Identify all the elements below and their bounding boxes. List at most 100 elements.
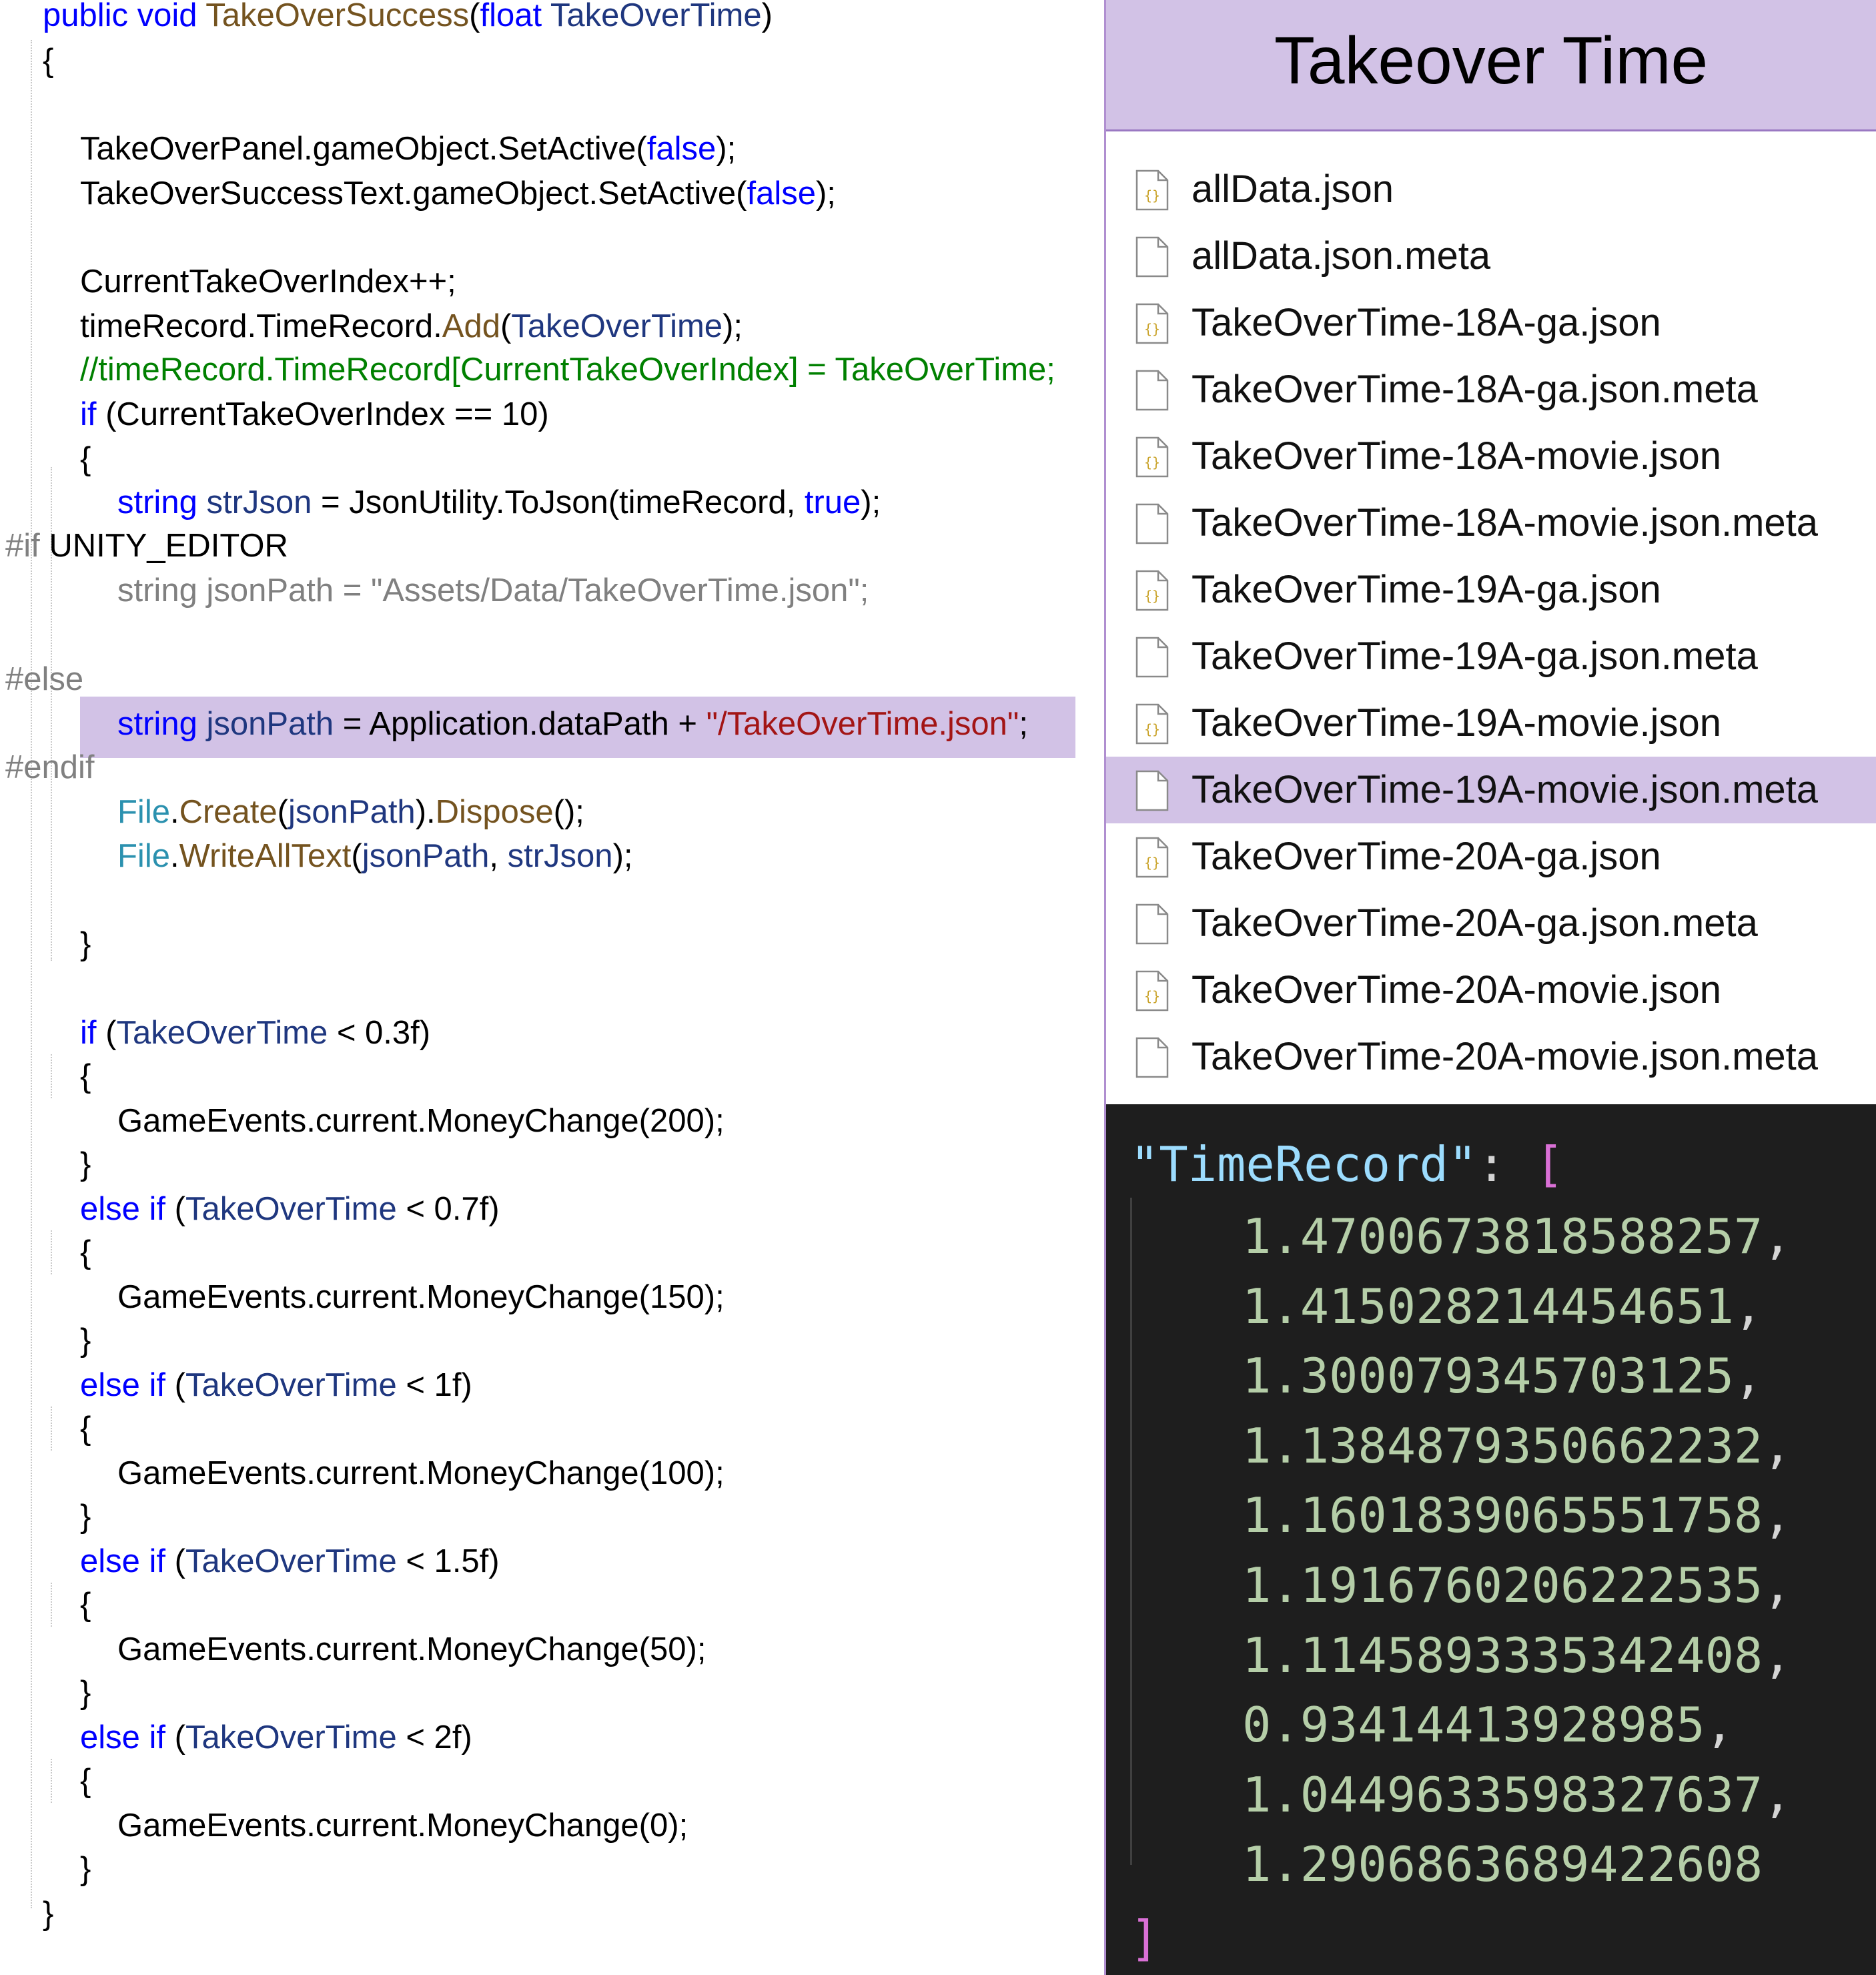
file-name: TakeOverTime-19A-ga.json bbox=[1192, 568, 1661, 611]
code-money-change-50: GameEvents.current.MoneyChange(50); bbox=[117, 1631, 707, 1667]
json-number: 1.1916760206222535 bbox=[1242, 1557, 1763, 1613]
json-number: 1.2906863689422608 bbox=[1242, 1836, 1763, 1893]
brace-open: { bbox=[80, 1234, 91, 1270]
file-list-item[interactable]: {} TakeOverTime-20A-movie.json bbox=[1106, 957, 1876, 1024]
file-name: allData.json bbox=[1192, 167, 1394, 211]
file-list-item[interactable]: {} TakeOverTime-18A-ga.json bbox=[1106, 290, 1876, 356]
svg-text:{}: {} bbox=[1144, 187, 1160, 204]
indent-guide bbox=[51, 1407, 52, 1451]
file-list-item[interactable]: {} allData.json bbox=[1106, 156, 1876, 223]
code-comment: //timeRecord.TimeRecord[CurrentTakeOverI… bbox=[80, 352, 1055, 388]
brace-close: } bbox=[43, 1896, 54, 1932]
brace-open: { bbox=[80, 1411, 91, 1447]
file-list-item[interactable]: TakeOverTime-19A-movie.json.meta bbox=[1106, 757, 1876, 823]
brace-close: } bbox=[80, 1675, 91, 1711]
json-comma: , bbox=[1763, 1417, 1792, 1474]
json-value-line: 1.0449633598327637, bbox=[1242, 1768, 1792, 1822]
indent-guide bbox=[31, 40, 32, 1908]
json-bracket-close: ] bbox=[1130, 1910, 1159, 1966]
svg-text:{}: {} bbox=[1144, 721, 1160, 737]
code-else-if-threshold-3: else if (TakeOverTime < 1f) bbox=[80, 1367, 472, 1403]
brace-close: } bbox=[80, 1146, 91, 1182]
json-comma: , bbox=[1733, 1348, 1763, 1405]
code-editor[interactable]: public void TakeOverSuccess(float TakeOv… bbox=[0, 0, 1106, 1975]
file-list-item[interactable]: allData.json.meta bbox=[1106, 223, 1876, 290]
code-line-set-active-panel: TakeOverPanel.gameObject.SetActive(false… bbox=[80, 131, 737, 167]
code-line-tojson: string strJson = JsonUtility.ToJson(time… bbox=[117, 484, 881, 520]
file-list[interactable]: {} allData.json allData.json.meta {} TakeOve… bbox=[1106, 131, 1876, 1104]
svg-text:{}: {} bbox=[1144, 321, 1160, 337]
code-line-editor-path: string jsonPath = "Assets/Data/TakeOverT… bbox=[117, 572, 869, 609]
file-icon bbox=[1135, 370, 1169, 411]
code-money-change-0: GameEvents.current.MoneyChange(0); bbox=[117, 1808, 688, 1844]
json-value-line: 1.1384879350662232, bbox=[1242, 1419, 1792, 1473]
json-comma: , bbox=[1733, 1278, 1763, 1334]
file-list-item[interactable]: TakeOverTime-18A-ga.json.meta bbox=[1106, 356, 1876, 423]
file-list-item[interactable]: TakeOverTime-18A-movie.json.meta bbox=[1106, 490, 1876, 556]
brace-open: { bbox=[80, 1763, 91, 1799]
code-else-if-threshold-5: else if (TakeOverTime < 2f) bbox=[80, 1719, 472, 1755]
file-name: TakeOverTime-19A-movie.json.meta bbox=[1192, 768, 1819, 811]
json-comma: , bbox=[1763, 1627, 1792, 1683]
json-comma: , bbox=[1705, 1697, 1734, 1753]
svg-text:{}: {} bbox=[1144, 588, 1160, 604]
json-comma: , bbox=[1763, 1766, 1792, 1823]
code-money-change-150: GameEvents.current.MoneyChange(150); bbox=[117, 1279, 725, 1315]
json-comma: , bbox=[1763, 1487, 1792, 1544]
svg-text:{}: {} bbox=[1144, 454, 1160, 470]
file-list-item[interactable]: TakeOverTime-20A-ga.json.meta bbox=[1106, 890, 1876, 957]
file-name: TakeOverTime-18A-ga.json bbox=[1192, 301, 1661, 344]
json-file-icon: {} bbox=[1135, 570, 1169, 611]
json-number: 1.0449633598327637 bbox=[1242, 1766, 1763, 1823]
json-value-line: 1.4700673818588257, bbox=[1242, 1210, 1792, 1263]
file-icon bbox=[1135, 1037, 1169, 1078]
indent-guide bbox=[51, 1230, 52, 1274]
method-signature: public void TakeOverSuccess(float TakeOv… bbox=[43, 0, 773, 33]
code-line-write: File.WriteAllText(jsonPath, strJson); bbox=[117, 838, 633, 874]
brace-open: { bbox=[43, 43, 54, 79]
code-money-change-100: GameEvents.current.MoneyChange(100); bbox=[117, 1455, 725, 1491]
file-icon bbox=[1135, 903, 1169, 945]
code-line-set-active-text: TakeOverSuccessText.gameObject.SetActive… bbox=[80, 175, 836, 212]
svg-text:{}: {} bbox=[1144, 855, 1160, 871]
json-value-line: 1.2906863689422608 bbox=[1242, 1838, 1763, 1891]
json-number: 0.93414413928985 bbox=[1242, 1697, 1705, 1753]
json-file-icon: {} bbox=[1135, 436, 1169, 478]
file-list-item[interactable]: TakeOverTime-19A-ga.json.meta bbox=[1106, 623, 1876, 690]
file-name: TakeOverTime-18A-movie.json.meta bbox=[1192, 501, 1819, 544]
file-name: TakeOverTime-18A-ga.json.meta bbox=[1192, 368, 1758, 411]
brace-close: } bbox=[80, 1499, 91, 1535]
svg-text:{}: {} bbox=[1144, 988, 1160, 1004]
json-value-line: 1.1145893335342408, bbox=[1242, 1629, 1792, 1682]
file-list-item[interactable]: {} TakeOverTime-18A-movie.json bbox=[1106, 423, 1876, 490]
json-file-icon: {} bbox=[1135, 303, 1169, 344]
brace-close: } bbox=[80, 1851, 91, 1887]
json-value-line: 1.1601839065551758, bbox=[1242, 1489, 1792, 1542]
brace-close: } bbox=[80, 1322, 91, 1358]
json-file-icon: {} bbox=[1135, 970, 1169, 1012]
code-line-create: File.Create(jsonPath).Dispose(); bbox=[117, 794, 584, 830]
file-icon bbox=[1135, 236, 1169, 278]
json-comma: , bbox=[1763, 1557, 1792, 1613]
file-list-item[interactable]: {} TakeOverTime-19A-movie.json bbox=[1106, 690, 1876, 757]
json-file-icon: {} bbox=[1135, 703, 1169, 745]
json-key: "TimeRecord" bbox=[1130, 1136, 1478, 1192]
json-viewer[interactable]: "TimeRecord": [ 1.4700673818588257, 1.415… bbox=[1106, 1104, 1876, 1975]
json-indent-guide bbox=[1130, 1198, 1132, 1865]
brace-open: { bbox=[80, 441, 91, 477]
json-bracket-open: [ bbox=[1534, 1136, 1564, 1192]
json-number: 1.300079345703125 bbox=[1242, 1348, 1734, 1405]
file-name: TakeOverTime-20A-ga.json.meta bbox=[1192, 901, 1758, 945]
json-number: 1.1384879350662232 bbox=[1242, 1417, 1763, 1474]
file-name: TakeOverTime-20A-ga.json bbox=[1192, 835, 1661, 878]
json-value-line: 0.93414413928985, bbox=[1242, 1698, 1734, 1751]
file-list-item[interactable]: TakeOverTime-20A-movie.json.meta bbox=[1106, 1024, 1876, 1090]
file-list-item[interactable]: {} TakeOverTime-20A-ga.json bbox=[1106, 823, 1876, 890]
file-name: TakeOverTime-20A-movie.json.meta bbox=[1192, 1035, 1819, 1078]
file-list-item[interactable]: {} TakeOverTime-19A-ga.json bbox=[1106, 556, 1876, 623]
preprocessor-else: #else bbox=[5, 661, 84, 697]
json-comma: , bbox=[1763, 1208, 1792, 1264]
brace-close: } bbox=[80, 926, 91, 962]
preprocessor-endif: #endif bbox=[5, 749, 95, 785]
code-if-threshold-1: if (TakeOverTime < 0.3f) bbox=[80, 1015, 431, 1051]
